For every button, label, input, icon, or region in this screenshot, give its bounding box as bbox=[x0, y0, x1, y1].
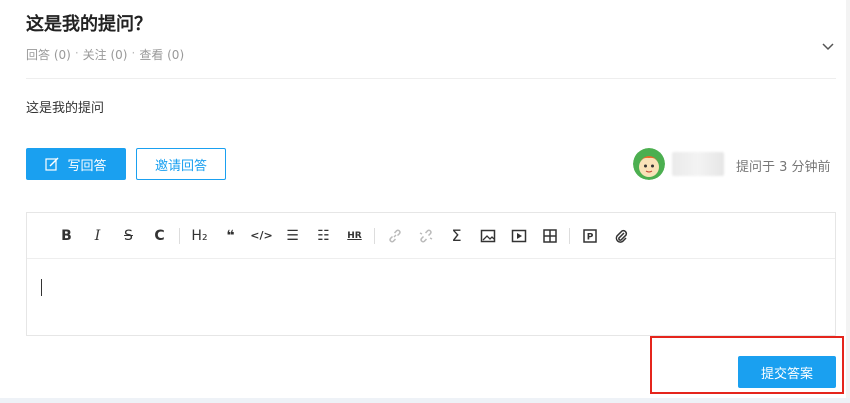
view-count: 查看 (0) bbox=[139, 48, 185, 62]
attachment-button[interactable] bbox=[605, 224, 636, 248]
heading-button[interactable]: H₂ bbox=[184, 224, 215, 248]
avatar-image bbox=[633, 148, 665, 180]
avatar[interactable] bbox=[633, 148, 665, 180]
chevron-down-icon[interactable] bbox=[820, 39, 836, 55]
page-icon: P bbox=[582, 228, 597, 243]
horizontal-rule-button[interactable]: HR bbox=[339, 224, 370, 248]
editor-toolbar: B I S C H₂ ❝ </> ☰ ☷ HR Σ P bbox=[27, 213, 835, 259]
question-title: 这是我的提问？ bbox=[26, 14, 152, 35]
video-button[interactable] bbox=[503, 224, 534, 248]
unlink-button[interactable] bbox=[410, 224, 441, 248]
svg-text:P: P bbox=[586, 232, 593, 242]
table-icon bbox=[542, 228, 557, 243]
answer-editor: B I S C H₂ ❝ </> ☰ ☷ HR Σ P bbox=[26, 212, 836, 336]
asked-time: 提问于 3 分钟前 bbox=[736, 160, 831, 175]
unlink-icon bbox=[419, 229, 432, 242]
answer-count: 回答 (0) bbox=[26, 48, 71, 62]
clear-format-button[interactable]: C bbox=[144, 224, 175, 248]
question-body: 这是我的提问 bbox=[26, 101, 105, 116]
paperclip-icon bbox=[615, 229, 627, 243]
link-icon bbox=[388, 229, 401, 242]
username[interactable] bbox=[672, 152, 724, 176]
toolbar-divider bbox=[569, 227, 570, 244]
toolbar-divider bbox=[374, 227, 375, 244]
link-button[interactable] bbox=[379, 224, 410, 248]
question-stats: 回答 (0) · 关注 (0) · 查看 (0) bbox=[26, 46, 184, 63]
bullet-list-button[interactable]: ☰ bbox=[277, 224, 308, 248]
ordered-list-button[interactable]: ☷ bbox=[308, 224, 339, 248]
quote-button[interactable]: ❝ bbox=[215, 224, 246, 248]
bold-button[interactable]: B bbox=[51, 224, 82, 248]
table-button[interactable] bbox=[534, 224, 565, 248]
divider bbox=[26, 78, 836, 79]
toolbar-divider bbox=[179, 227, 180, 244]
stat-separator: · bbox=[74, 46, 79, 60]
submit-answer-button[interactable]: 提交答案 bbox=[738, 356, 836, 388]
video-icon bbox=[511, 229, 526, 242]
image-icon bbox=[480, 229, 495, 242]
image-button[interactable] bbox=[472, 224, 503, 248]
write-answer-label: 写回答 bbox=[67, 158, 107, 174]
edit-icon bbox=[45, 157, 59, 171]
code-button[interactable]: </> bbox=[246, 224, 277, 248]
invite-answer-button[interactable]: 邀请回答 bbox=[136, 148, 226, 180]
strikethrough-button[interactable]: S bbox=[113, 224, 144, 248]
formula-button[interactable]: Σ bbox=[441, 224, 472, 248]
text-caret bbox=[41, 279, 42, 296]
answer-input[interactable] bbox=[27, 260, 835, 336]
italic-button[interactable]: I bbox=[82, 224, 113, 248]
follow-count: 关注 (0) bbox=[82, 48, 128, 62]
page-footer-bar bbox=[0, 398, 850, 403]
write-answer-button[interactable]: 写回答 bbox=[26, 148, 126, 180]
scrollbar-track[interactable] bbox=[846, 0, 850, 398]
stat-separator: · bbox=[131, 46, 136, 60]
page-button[interactable]: P bbox=[574, 224, 605, 248]
